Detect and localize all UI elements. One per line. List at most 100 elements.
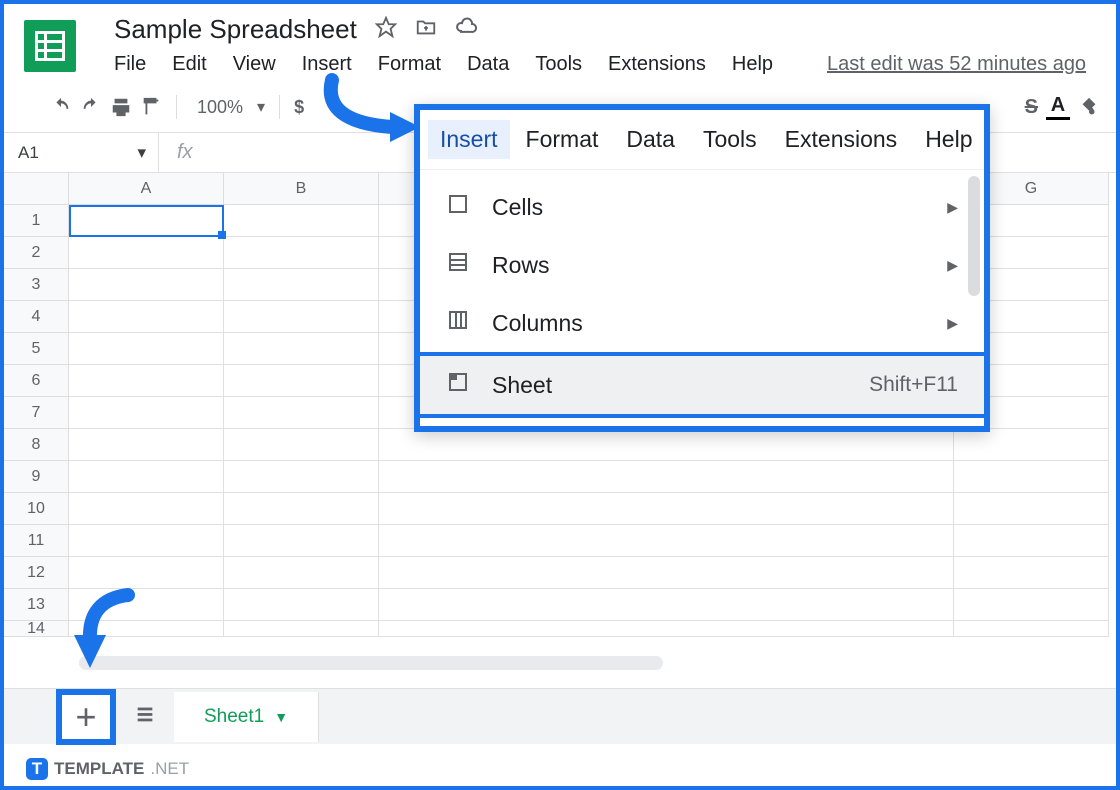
cell[interactable] (954, 493, 1109, 525)
move-to-folder-icon[interactable] (415, 16, 437, 43)
cell[interactable] (69, 333, 224, 365)
cloud-status-icon[interactable] (455, 15, 479, 44)
cell[interactable] (379, 589, 954, 621)
cell[interactable] (69, 461, 224, 493)
popup-menu-extensions[interactable]: Extensions (785, 126, 898, 153)
chevron-right-icon: ▶ (947, 315, 958, 332)
cell[interactable] (69, 237, 224, 269)
footer-brand-light: .NET (150, 759, 189, 779)
row-header[interactable]: 11 (4, 525, 69, 557)
row-header[interactable]: 3 (4, 269, 69, 301)
cell[interactable] (224, 621, 379, 637)
row-header[interactable]: 9 (4, 461, 69, 493)
popup-scrollbar[interactable] (968, 176, 980, 296)
col-header-B[interactable]: B (224, 173, 379, 205)
menu-extensions[interactable]: Extensions (608, 53, 706, 76)
col-header-A[interactable]: A (69, 173, 224, 205)
document-title[interactable]: Sample Spreadsheet (114, 14, 357, 45)
cell[interactable] (379, 461, 954, 493)
insert-sheet[interactable]: Sheet Shift+F11 (420, 352, 984, 418)
cell[interactable] (69, 493, 224, 525)
cell-A1[interactable] (69, 205, 224, 237)
name-box-caret-icon[interactable]: ▾ (137, 143, 146, 163)
cell[interactable] (224, 205, 379, 237)
row-header[interactable]: 2 (4, 237, 69, 269)
row-header[interactable]: 6 (4, 365, 69, 397)
fill-color-icon[interactable] (1078, 96, 1100, 118)
redo-icon[interactable] (80, 96, 102, 118)
cell[interactable] (954, 525, 1109, 557)
cell[interactable] (954, 589, 1109, 621)
last-edit-link[interactable]: Last edit was 52 minutes ago (827, 53, 1086, 76)
cell[interactable] (224, 397, 379, 429)
menu-edit[interactable]: Edit (172, 53, 206, 76)
cell[interactable] (224, 525, 379, 557)
print-icon[interactable] (110, 96, 132, 118)
zoom-caret-icon[interactable]: ▾ (257, 97, 265, 117)
cell[interactable] (954, 621, 1109, 637)
horizontal-scrollbar[interactable] (79, 656, 663, 670)
star-icon[interactable] (375, 16, 397, 43)
cell[interactable] (379, 429, 954, 461)
cell[interactable] (69, 269, 224, 301)
insert-columns[interactable]: Columns ▶ (420, 294, 984, 352)
insert-sheet-label: Sheet (492, 372, 552, 399)
cell[interactable] (224, 493, 379, 525)
cell[interactable] (954, 557, 1109, 589)
row-header[interactable]: 4 (4, 301, 69, 333)
popup-menu-format[interactable]: Format (526, 126, 599, 153)
menu-tools[interactable]: Tools (535, 53, 582, 76)
cell[interactable] (379, 557, 954, 589)
zoom-select[interactable]: 100% (197, 97, 243, 118)
name-box[interactable]: A1 ▾ (4, 133, 159, 172)
cell[interactable] (224, 301, 379, 333)
cell[interactable] (69, 429, 224, 461)
menu-file[interactable]: File (114, 53, 146, 76)
cell[interactable] (224, 589, 379, 621)
rows-icon (446, 250, 470, 280)
popup-menu-tools[interactable]: Tools (703, 126, 757, 153)
menu-data[interactable]: Data (467, 53, 509, 76)
cell[interactable] (69, 365, 224, 397)
undo-icon[interactable] (50, 96, 72, 118)
cell[interactable] (224, 461, 379, 493)
all-sheets-button[interactable] (116, 703, 174, 730)
cell[interactable] (224, 333, 379, 365)
toolbar-divider (176, 95, 177, 119)
cell[interactable] (224, 429, 379, 461)
popup-menu-data[interactable]: Data (626, 126, 675, 153)
popup-menu-help[interactable]: Help (925, 126, 972, 153)
text-color-button[interactable]: A (1046, 94, 1070, 120)
cell[interactable] (954, 429, 1109, 461)
row-header[interactable]: 10 (4, 493, 69, 525)
strikethrough-icon[interactable]: S (1025, 96, 1038, 119)
cell[interactable] (224, 365, 379, 397)
caret-down-icon[interactable]: ▼ (274, 709, 288, 725)
cell[interactable] (224, 557, 379, 589)
cell[interactable] (954, 461, 1109, 493)
cell[interactable] (69, 397, 224, 429)
row-header[interactable]: 7 (4, 397, 69, 429)
sheets-logo[interactable] (24, 20, 76, 72)
row-header[interactable]: 8 (4, 429, 69, 461)
row-header[interactable]: 5 (4, 333, 69, 365)
insert-cells[interactable]: Cells ▶ (420, 178, 984, 236)
chevron-right-icon: ▶ (947, 257, 958, 274)
add-sheet-button[interactable]: + (56, 689, 116, 745)
cell[interactable] (69, 525, 224, 557)
sheet-tab[interactable]: Sheet1 ▼ (174, 692, 319, 742)
menu-help[interactable]: Help (732, 53, 773, 76)
insert-rows[interactable]: Rows ▶ (420, 236, 984, 294)
cell[interactable] (69, 301, 224, 333)
cell[interactable] (224, 237, 379, 269)
cell[interactable] (379, 621, 954, 637)
cell[interactable] (224, 269, 379, 301)
row-header[interactable]: 1 (4, 205, 69, 237)
popup-menu-insert[interactable]: Insert (428, 120, 510, 159)
currency-button[interactable]: $ (294, 97, 304, 118)
cell[interactable] (379, 493, 954, 525)
cell[interactable] (379, 525, 954, 557)
select-all-corner[interactable] (4, 173, 69, 205)
menu-view[interactable]: View (233, 53, 276, 76)
paint-format-icon[interactable] (140, 96, 162, 118)
